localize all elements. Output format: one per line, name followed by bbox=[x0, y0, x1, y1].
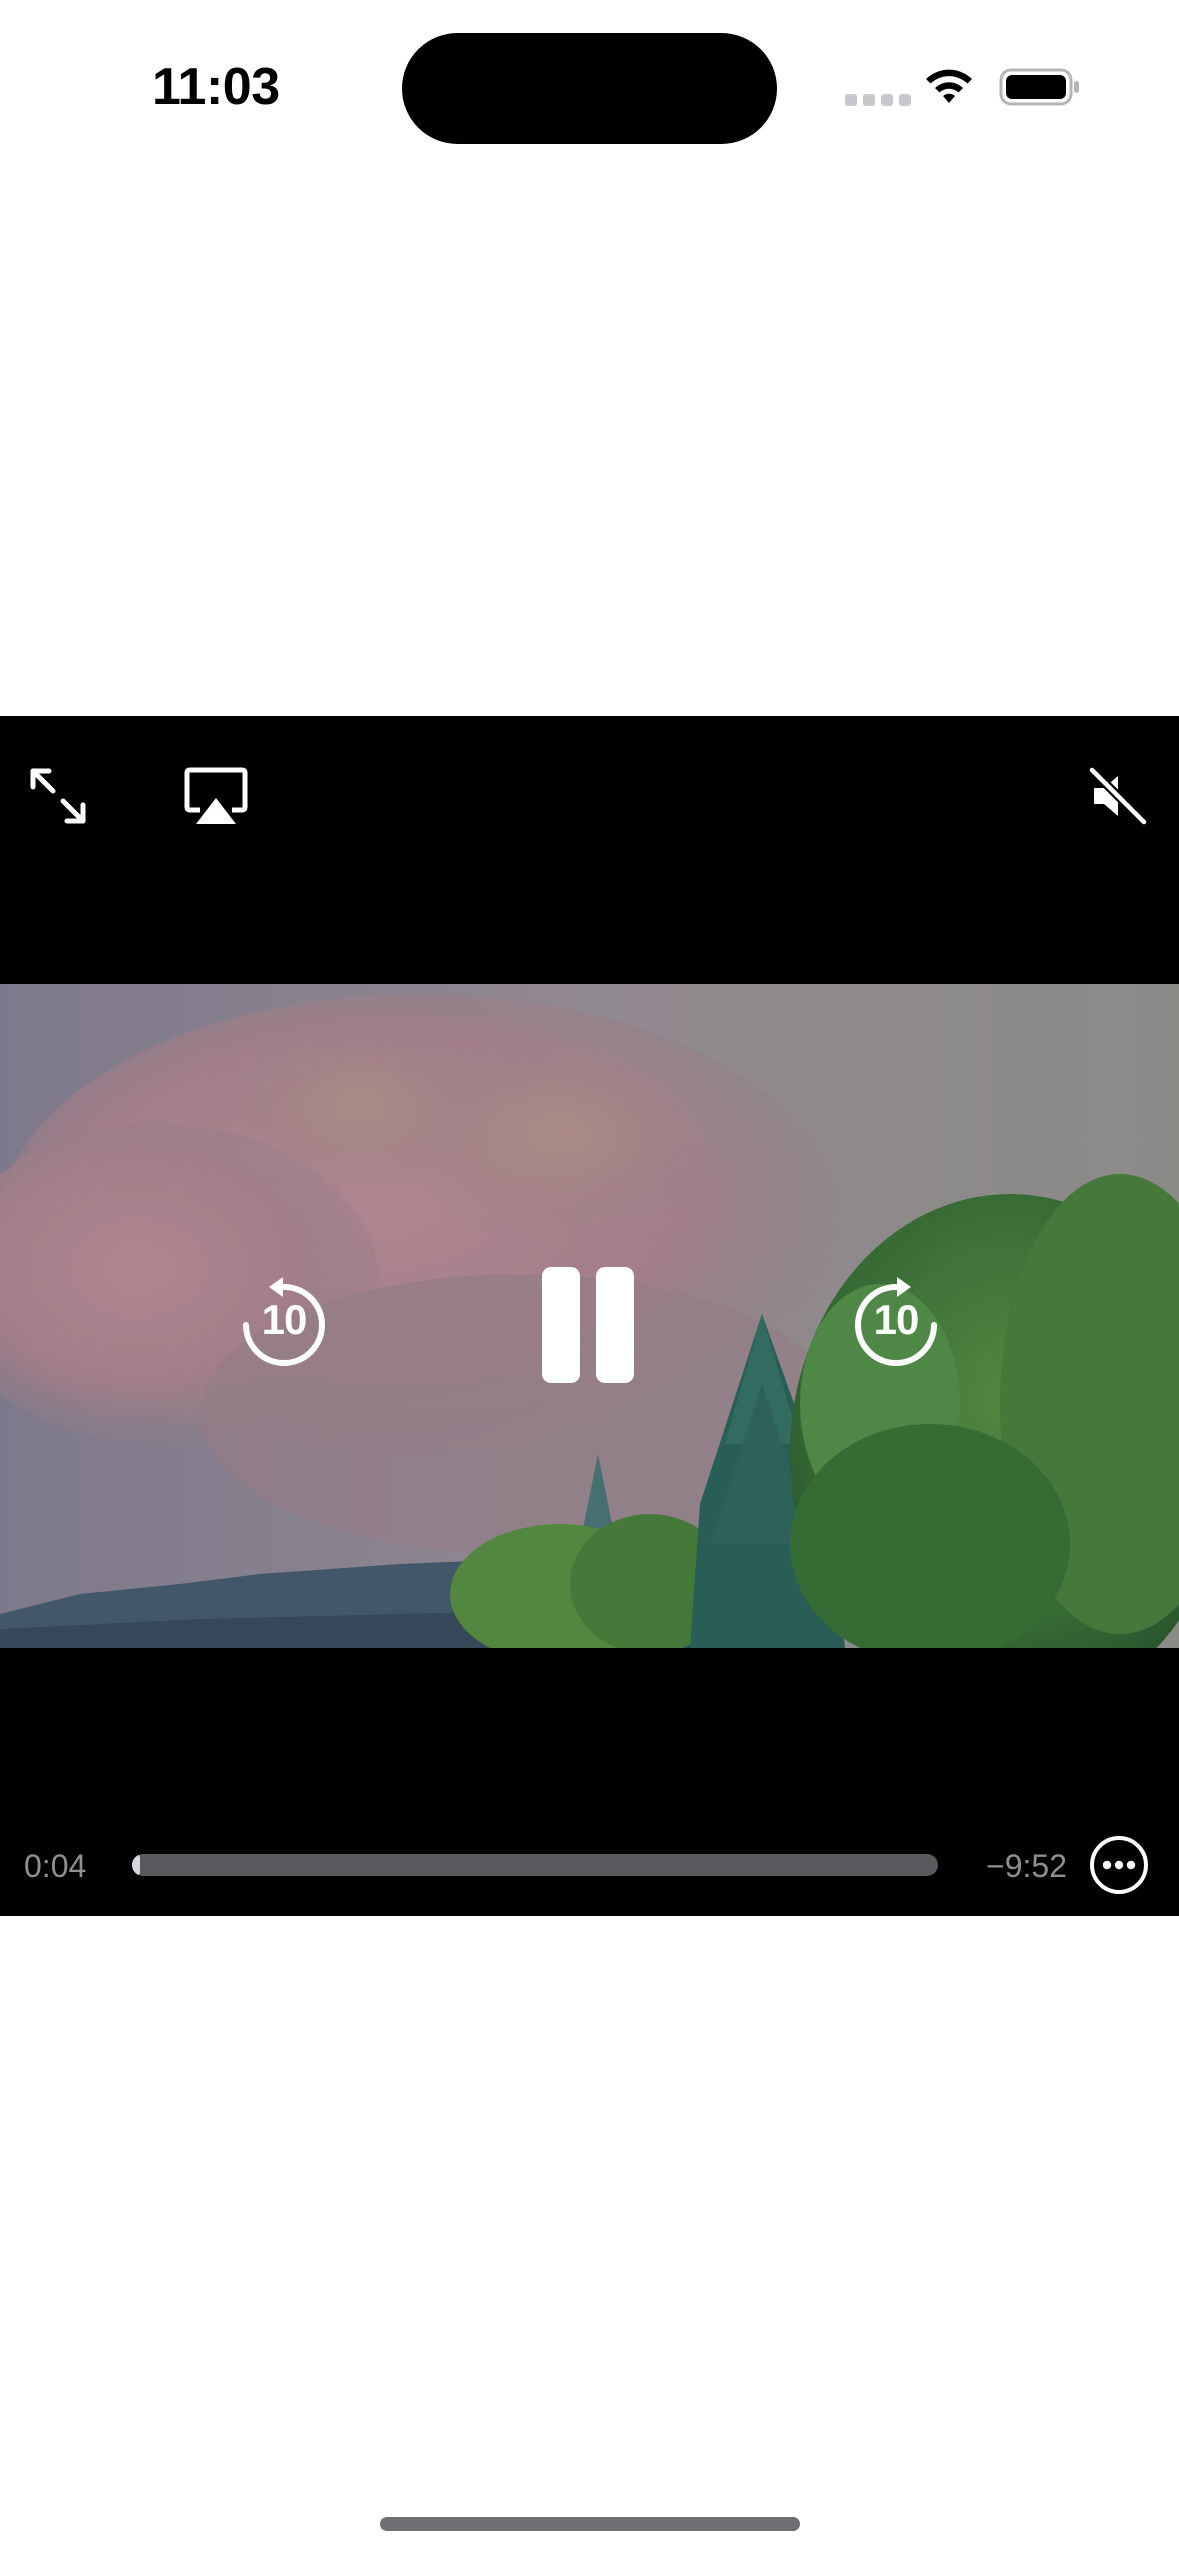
fullscreen-button[interactable] bbox=[22, 760, 94, 832]
battery-full-icon bbox=[999, 68, 1079, 106]
status-time: 11:03 bbox=[152, 58, 280, 116]
pause-button[interactable] bbox=[536, 1262, 640, 1388]
skip-back-button[interactable]: 10 bbox=[234, 1272, 334, 1372]
video-player[interactable]: 10 10 0:04 −9:52 bbox=[0, 716, 1179, 1916]
progress-scrubber[interactable] bbox=[132, 1854, 938, 1876]
skip-forward-button[interactable]: 10 bbox=[846, 1272, 946, 1372]
pause-icon bbox=[542, 1267, 634, 1383]
dynamic-island bbox=[402, 33, 777, 144]
skip-back-seconds: 10 bbox=[261, 1296, 308, 1343]
mute-button[interactable] bbox=[1080, 760, 1156, 832]
skip-forward-seconds: 10 bbox=[873, 1296, 920, 1343]
expand-arrows-icon bbox=[30, 768, 86, 824]
more-options-button[interactable] bbox=[1088, 1834, 1150, 1896]
speaker-muted-icon bbox=[1088, 766, 1148, 826]
progress-fill bbox=[132, 1854, 141, 1876]
elapsed-time: 0:04 bbox=[24, 1848, 87, 1884]
home-indicator[interactable] bbox=[380, 2517, 800, 2531]
wifi-icon bbox=[926, 69, 972, 103]
remaining-time: −9:52 bbox=[986, 1848, 1067, 1884]
cellular-signal-icon bbox=[845, 94, 911, 106]
airplay-icon bbox=[184, 767, 248, 824]
ellipsis-circle-icon bbox=[1090, 1836, 1148, 1894]
airplay-button[interactable] bbox=[178, 760, 254, 832]
